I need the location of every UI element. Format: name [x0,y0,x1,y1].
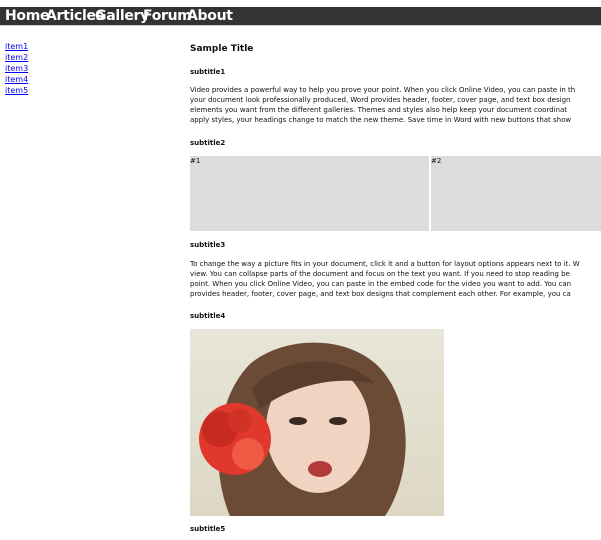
sidebar-item-1[interactable]: item1 [5,41,28,52]
box-label: #1 [190,157,201,165]
paragraph-line: To change the way a picture fits in your… [190,260,580,268]
sidebar-item-4[interactable]: item4 [5,74,28,85]
paragraph-line: elements you want from the different gal… [190,106,568,114]
paragraph-1: Video provides a powerful way to help yo… [190,85,601,125]
main-content: Sample Title subtitle1 Video provides a … [190,0,601,540]
portrait-photo [190,329,444,516]
sidebar-item-2[interactable]: item2 [5,52,28,63]
paragraph-line: point. When you click Online Video, you … [190,280,572,288]
nav-forum[interactable]: Forum [143,7,192,25]
paragraph-line: your document look professionally produc… [190,96,571,104]
nav-home[interactable]: Home [5,7,50,25]
paragraph-line: apply styles, your headings change to ma… [190,116,572,124]
subtitle-1: subtitle1 [190,68,226,76]
subtitle-5: subtitle5 [190,525,226,533]
subtitle-2: subtitle2 [190,139,226,147]
paragraph-line: provides header, footer, cover page, and… [190,290,571,298]
page-title: Sample Title [190,44,254,54]
subtitle-4: subtitle4 [190,312,226,320]
paragraph-3: To change the way a picture fits in your… [190,259,601,299]
portrait-illustration [199,342,406,516]
subtitle-3: subtitle3 [190,241,226,249]
paragraph-line: view. You can collapse parts of the docu… [190,270,570,278]
gallery-box-2: #2 [431,156,601,231]
paragraph-line: Video provides a powerful way to help yo… [190,86,576,94]
sidebar-item-5[interactable]: item5 [5,85,28,96]
nav-gallery[interactable]: Gallery [95,7,149,25]
sidebar-item-3[interactable]: item3 [5,63,28,74]
box-label: #2 [431,157,442,165]
gallery-box-1: #1 [190,156,429,231]
